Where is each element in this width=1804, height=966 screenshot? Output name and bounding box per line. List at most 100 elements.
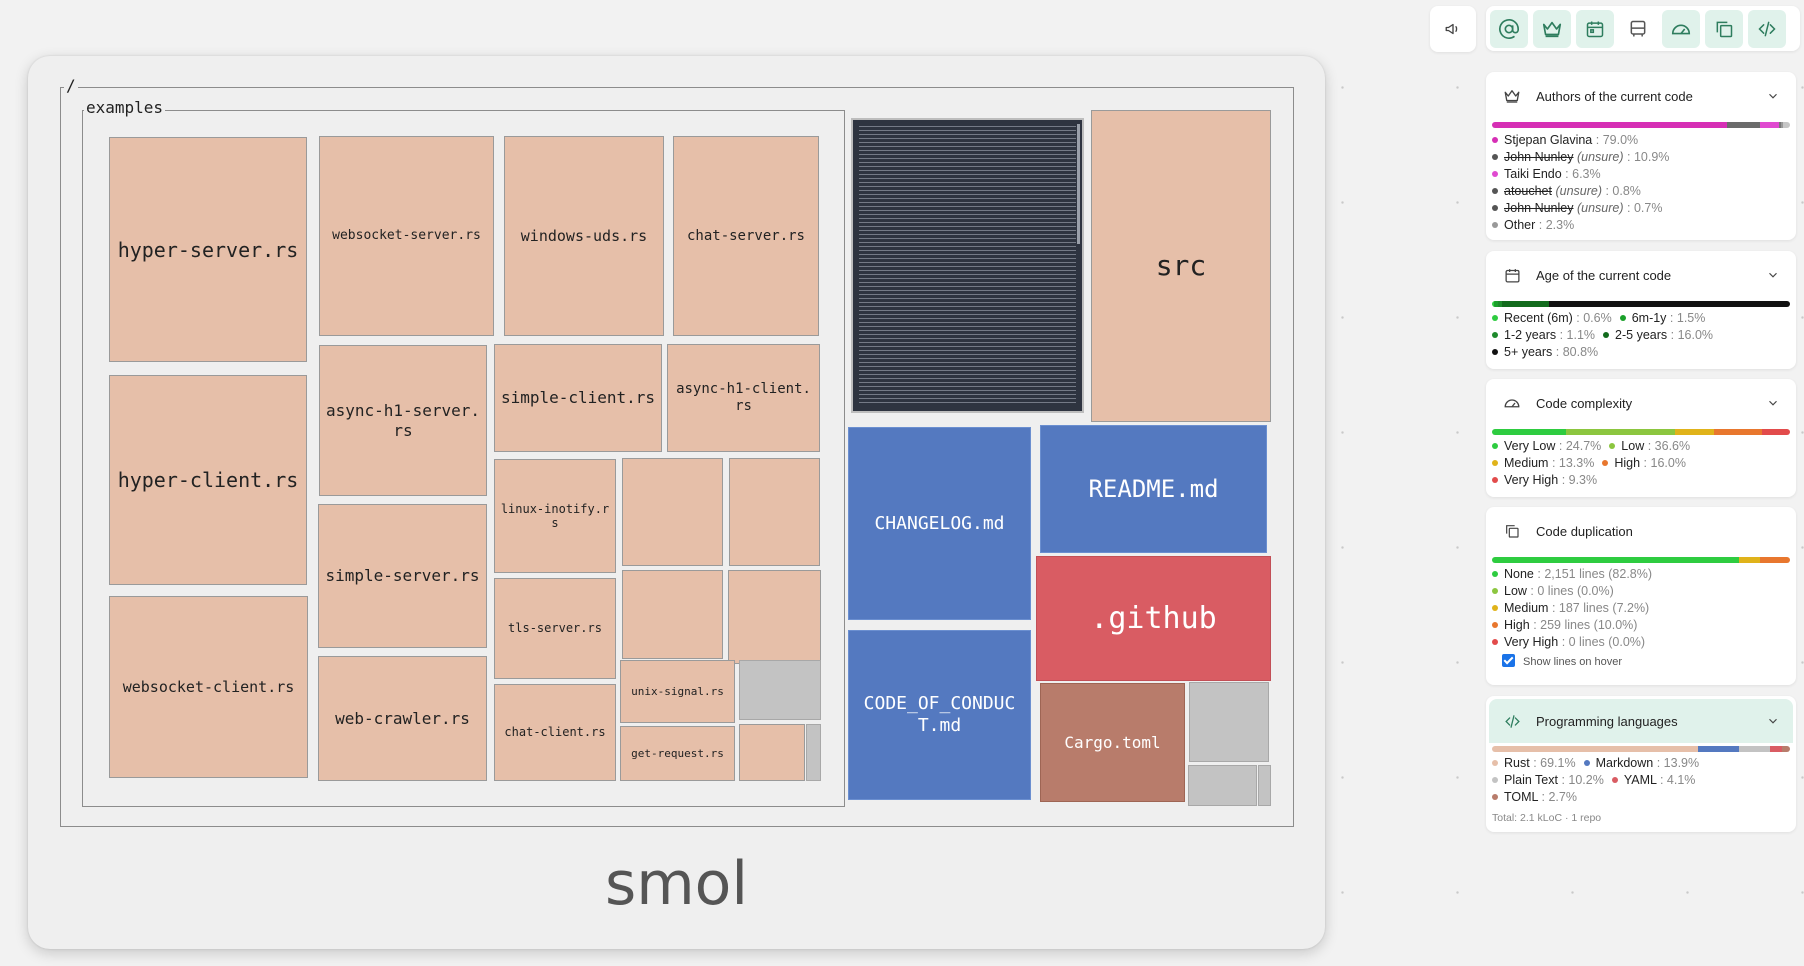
language-entry[interactable]: Markdown : 13.9% [1583, 755, 1699, 772]
show-lines-checkbox[interactable] [1502, 654, 1515, 667]
license-scrollbar[interactable] [1077, 124, 1080, 244]
duplication-button[interactable] [1705, 10, 1743, 48]
author-entry[interactable]: atouchet (unsure) : 0.8% [1492, 183, 1790, 200]
complexity-button[interactable] [1662, 10, 1700, 48]
language-entry[interactable]: TOML : 2.7% [1492, 789, 1577, 806]
chevron-down-icon[interactable] [1766, 268, 1780, 282]
file-tile-changelog[interactable]: CHANGELOG.md [848, 427, 1031, 620]
chevron-down-icon[interactable] [1766, 714, 1780, 728]
file-tile[interactable]: async-h1-server.rs [319, 345, 487, 496]
file-tile[interactable]: hyper-server.rs [109, 137, 307, 362]
file-tile[interactable]: tls-server.rs [494, 578, 616, 679]
gauge-icon [1671, 24, 1691, 35]
author-entry[interactable]: John Nunley (unsure) : 10.9% [1492, 149, 1790, 166]
authors-button[interactable] [1533, 10, 1571, 48]
calendar-icon [1586, 21, 1604, 38]
file-tile[interactable]: linux-inotify.rs [494, 459, 616, 573]
file-tile-cargo-toml[interactable]: Cargo.toml [1040, 683, 1185, 802]
file-tile[interactable]: web-crawler.rs [318, 656, 487, 781]
code-icon [1758, 21, 1776, 37]
author-entry[interactable]: John Nunley (unsure) : 0.7% [1492, 200, 1790, 217]
folder-tile-src[interactable]: src [1091, 110, 1271, 422]
file-tile[interactable] [728, 570, 821, 664]
author-entry[interactable]: Stjepan Glavina : 79.0% [1492, 132, 1790, 149]
at-button[interactable] [1490, 10, 1528, 48]
folder-tile-github[interactable]: .github [1036, 556, 1271, 681]
file-tile[interactable] [739, 724, 805, 781]
duplication-entry[interactable]: High : 259 lines (10.0%) [1492, 617, 1790, 634]
panel-title: Programming languages [1536, 713, 1678, 729]
chevron-down-icon[interactable] [1766, 89, 1780, 103]
complexity-entry[interactable]: Low : 36.6% [1609, 438, 1690, 455]
file-tile-readme[interactable]: README.md [1040, 425, 1267, 553]
file-tile[interactable] [622, 570, 723, 659]
file-tile[interactable] [622, 458, 723, 566]
file-tile[interactable]: chat-server.rs [673, 136, 819, 336]
languages-button[interactable] [1748, 10, 1786, 48]
gauge-icon [1502, 393, 1522, 413]
file-tile[interactable]: websocket-client.rs [109, 596, 308, 778]
file-tile[interactable]: chat-client.rs [494, 684, 616, 781]
file-tile[interactable]: websocket-server.rs [319, 136, 494, 336]
languages-panel-header[interactable]: Programming languages [1489, 699, 1793, 743]
age-panel-header[interactable]: Age of the current code [1486, 251, 1796, 299]
author-entry[interactable]: Other : 2.3% [1492, 217, 1790, 234]
authors-panel: Authors of the current code Stjepan Glav… [1486, 72, 1796, 240]
file-tile[interactable] [739, 660, 821, 720]
duplication-bar [1492, 557, 1790, 563]
file-tile[interactable]: simple-server.rs [318, 504, 487, 648]
duplication-legend: None : 2,151 lines (82.8%) Low : 0 lines… [1492, 566, 1790, 671]
complexity-entry[interactable]: Very High : 9.3% [1492, 472, 1597, 489]
age-entry[interactable]: 6m-1y : 1.5% [1619, 310, 1705, 327]
authors-bar [1492, 122, 1790, 128]
file-tile-code-of-conduct[interactable]: CODE_OF_CONDUCT.md [848, 630, 1031, 800]
code-icon [1502, 711, 1522, 731]
age-panel: Age of the current code Recent (6m) : 0.… [1486, 251, 1796, 369]
complexity-entry[interactable]: High : 16.0% [1602, 455, 1686, 472]
age-entry[interactable]: Recent (6m) : 0.6% [1492, 310, 1612, 327]
duplication-entry[interactable]: None : 2,151 lines (82.8%) [1492, 566, 1790, 583]
authors-panel-header[interactable]: Authors of the current code [1486, 72, 1796, 120]
age-button[interactable] [1576, 10, 1614, 48]
age-entry[interactable]: 1-2 years : 1.1% [1492, 327, 1595, 344]
duplication-entry[interactable]: Low : 0 lines (0.0%) [1492, 583, 1790, 600]
license-text-lines [859, 126, 1076, 405]
calendar-icon [1502, 265, 1522, 285]
languages-total: Total: 2.1 kLoC · 1 repo [1492, 812, 1602, 824]
file-tile[interactable] [729, 458, 820, 566]
language-entry[interactable]: Plain Text : 10.2% [1492, 772, 1604, 789]
file-tile[interactable] [1189, 682, 1269, 762]
duplication-entry[interactable]: Medium : 187 lines (7.2%) [1492, 600, 1790, 617]
file-tile[interactable]: async-h1-client.rs [667, 344, 820, 452]
root-folder-label: / [64, 76, 78, 95]
file-tile[interactable]: unix-signal.rs [620, 660, 735, 723]
file-tile[interactable]: windows-uds.rs [504, 136, 664, 336]
file-tile[interactable]: simple-client.rs [494, 344, 662, 452]
copy-icon [1716, 21, 1733, 38]
chevron-down-icon[interactable] [1766, 396, 1780, 410]
duplication-panel-header[interactable]: Code duplication [1486, 507, 1796, 555]
author-entry[interactable]: Taiki Endo : 6.3% [1492, 166, 1790, 183]
file-tile[interactable]: hyper-client.rs [109, 375, 307, 585]
show-lines-toggle[interactable]: Show lines on hover [1492, 654, 1790, 671]
complexity-panel-header[interactable]: Code complexity [1486, 379, 1796, 427]
license-file-preview[interactable] [851, 118, 1084, 413]
file-tile[interactable]: get-request.rs [620, 726, 735, 781]
complexity-entry[interactable]: Very Low : 24.7% [1492, 438, 1601, 455]
file-tile[interactable] [806, 724, 821, 781]
language-entry[interactable]: Rust : 69.1% [1492, 755, 1576, 772]
age-entry[interactable]: 5+ years : 80.8% [1492, 344, 1598, 361]
panel-title: Code complexity [1536, 395, 1633, 411]
authors-legend: Stjepan Glavina : 79.0% John Nunley (uns… [1492, 132, 1790, 234]
duplication-entry[interactable]: Very High : 0 lines (0.0%) [1492, 634, 1790, 651]
complexity-bar [1492, 429, 1790, 435]
bus-factor-button[interactable] [1619, 10, 1657, 48]
language-entry[interactable]: YAML : 4.1% [1611, 772, 1695, 789]
age-entry[interactable]: 2-5 years : 16.0% [1603, 327, 1713, 344]
complexity-entry[interactable]: Medium : 13.3% [1492, 455, 1594, 472]
file-tile[interactable] [1258, 765, 1271, 806]
crown-icon [1502, 86, 1522, 106]
announcements-button[interactable] [1430, 6, 1476, 52]
file-tile[interactable] [1188, 765, 1257, 806]
analysis-toolbar [1486, 6, 1800, 51]
